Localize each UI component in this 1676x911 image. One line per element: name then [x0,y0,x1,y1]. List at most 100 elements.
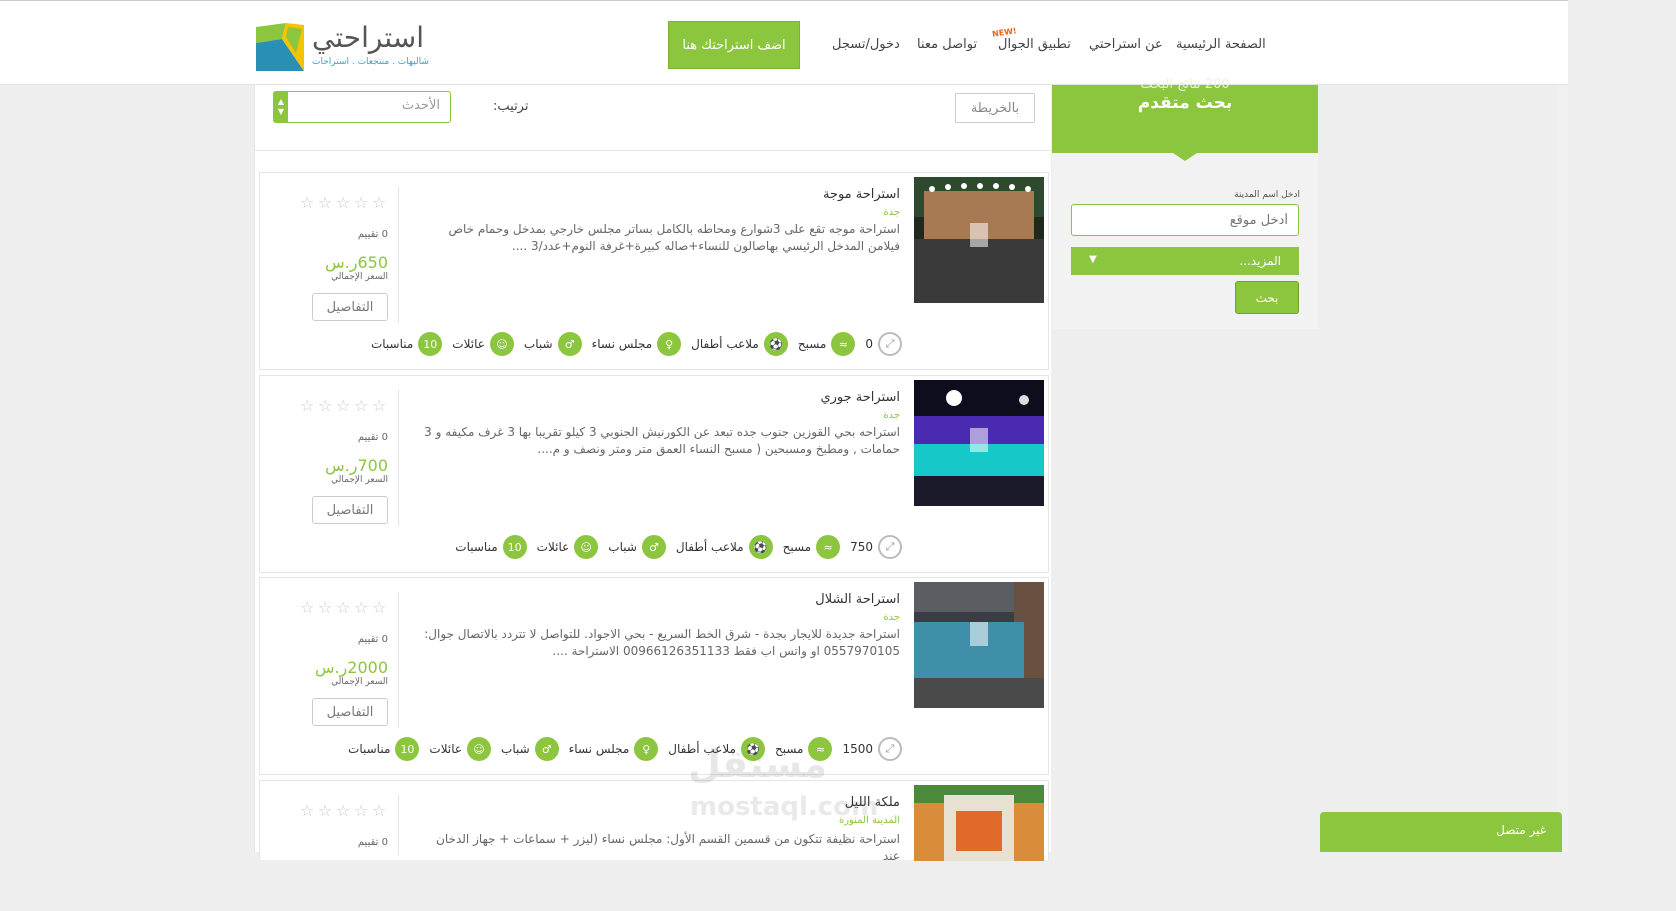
advanced-search-header: 200 نتائج البحث بحث متقدم [1052,77,1318,153]
price-label: السعر الإجمالي [331,272,388,282]
listing-price: 2000ر.س [314,658,388,677]
star-icon: ☆ [318,598,333,617]
divider [398,390,399,526]
listing-city: جدة [883,410,900,421]
nav-home[interactable]: الصفحة الرئيسية [1176,37,1266,52]
rating-count: 0 تقييم [357,634,388,645]
features-row: ⤢ 750 ≈ مسبح ⚽ ملاعب أطفال ♂ شباب ☺ عائلات 10… [445,534,902,560]
feature-families: ☺ عائلات [429,737,492,761]
nav-mobile-app[interactable]: تطبيق الجوال [998,37,1071,52]
search-button[interactable]: بحث [1235,281,1299,314]
star-rating: ☆ ☆ ☆ ☆ ☆ [300,398,392,414]
listing-description: استراحه بحي القوزين جنوب جده تبعد عن الك… [424,425,900,456]
nav-login[interactable]: دخول/تسجل [832,37,900,52]
families-icon: ☺ [467,737,492,761]
logo-mark-icon [256,23,304,71]
sort-select[interactable]: ▲ ▼ الأحدث [273,91,451,123]
feature-youth: ♂ شباب [608,535,666,559]
nav-contact[interactable]: تواصل معنا [917,37,977,52]
listing-photo[interactable] [914,177,1044,303]
star-icon: ☆ [336,396,351,415]
feature-women-hall: ♀ مجلس نساء [592,332,682,356]
sort-label: ترتيب: [493,99,529,114]
listing-photo[interactable] [914,582,1044,708]
feature-events: 10 مناسبات [348,737,420,761]
feature-families: ☺ عائلات [537,535,599,559]
listing-title[interactable]: استراحة موجة [823,187,900,202]
feature-playground: ⚽ ملاعب أطفال [691,332,788,356]
watermark-url: mostaql.com [690,792,879,822]
nav-about[interactable]: عن استراحتي [1089,37,1163,52]
youth-icon: ♂ [641,535,666,559]
feature-events: 10 مناسبات [371,332,443,356]
star-icon: ☆ [354,193,369,212]
header-pointer [1173,153,1197,161]
pool-icon: ≈ [831,332,856,356]
add-listing-button[interactable]: اضف استراحتك هنا [668,21,800,69]
site-logo[interactable]: استراحتي شاليهات . منتجعات . استراحات [256,21,429,73]
playground-icon: ⚽ [763,332,788,356]
listing-photo[interactable] [914,785,1044,861]
feature-area: ⤢ 1500 [842,737,902,761]
rating-count: 0 تقييم [357,229,388,240]
feature-area: ⤢ 750 [850,535,902,559]
events-icon: 10 [418,332,443,356]
listing-description: استراحة جديدة للايجار بجدة - شرق الخط ال… [424,627,900,658]
more-label: المزيد... [1239,254,1281,268]
listing-city: جدة [883,207,900,218]
listing-description: استراحة موجه تقع على 3شوارع ومحاطه بالكا… [448,222,900,253]
star-icon: ☆ [372,801,387,820]
listing-city: جدة [883,612,900,623]
feature-youth: ♂ شباب [501,737,559,761]
events-icon: 10 [395,737,420,761]
listing-price: 650ر.س [325,253,388,272]
listing-title[interactable]: استراحة الشلال [815,592,900,607]
results-count: 200 نتائج البحث [1140,77,1230,92]
city-input[interactable] [1071,204,1299,236]
more-options-toggle[interactable]: المزيد... ▼ [1071,247,1299,275]
details-button[interactable]: التفاصيل [312,293,388,321]
listing-photo[interactable] [914,380,1044,506]
area-icon: ⤢ [878,737,902,761]
star-icon: ☆ [372,193,387,212]
listing-title[interactable]: استراحة جوري [820,390,900,405]
details-button[interactable]: التفاصيل [312,698,388,726]
divider [398,795,399,855]
listing-card: ملكة الليل المدينة المنورة استراحة نظيفة… [259,780,1049,863]
star-rating: ☆ ☆ ☆ ☆ ☆ [300,600,392,616]
map-view-button[interactable]: بالخريطة [955,93,1035,123]
rating-count: 0 تقييم [357,432,388,443]
status-text: غير متصل [1496,823,1546,837]
youth-icon: ♂ [557,332,582,356]
scrollbar[interactable] [1557,85,1568,852]
feature-pool: ≈ مسبح [783,535,841,559]
star-rating: ☆ ☆ ☆ ☆ ☆ [300,195,392,211]
star-icon: ☆ [318,801,333,820]
events-icon: 10 [502,535,527,559]
logo-tagline: شاليهات . منتجعات . استراحات [312,57,429,67]
area-icon: ⤢ [878,535,902,559]
star-icon: ☆ [336,193,351,212]
star-icon: ☆ [372,396,387,415]
price-label: السعر الإجمالي [331,677,388,687]
star-icon: ☆ [318,193,333,212]
details-button[interactable]: التفاصيل [312,496,388,524]
pool-icon: ≈ [816,535,841,559]
sort-value: الأحدث [401,98,440,113]
star-icon: ☆ [336,598,351,617]
star-rating: ☆ ☆ ☆ ☆ ☆ [300,803,392,819]
women-hall-icon: ♀ [657,332,682,356]
star-icon: ☆ [354,396,369,415]
star-icon: ☆ [300,801,315,820]
select-arrows-icon: ▲ ▼ [274,92,288,122]
chat-status-tab[interactable]: غير متصل [1320,812,1562,852]
feature-pool: ≈ مسبح [798,332,856,356]
listing-card: استراحة موجة جدة استراحة موجه تقع على 3ش… [259,172,1049,370]
features-row: ⤢ 0 ≈ مسبح ⚽ ملاعب أطفال ♀ مجلس نساء ♂ شباب ☺… [361,331,902,357]
feature-youth: ♂ شباب [524,332,582,356]
listing-card: استراحة الشلال جدة استراحة جديدة للايجار… [259,577,1049,775]
listings-panel: بالخريطة ترتيب: ▲ ▼ الأحدث استراحة موجة ج… [254,85,1052,863]
results-toolbar: بالخريطة ترتيب: ▲ ▼ الأحدث [255,85,1052,151]
star-icon: ☆ [318,396,333,415]
youth-icon: ♂ [534,737,559,761]
